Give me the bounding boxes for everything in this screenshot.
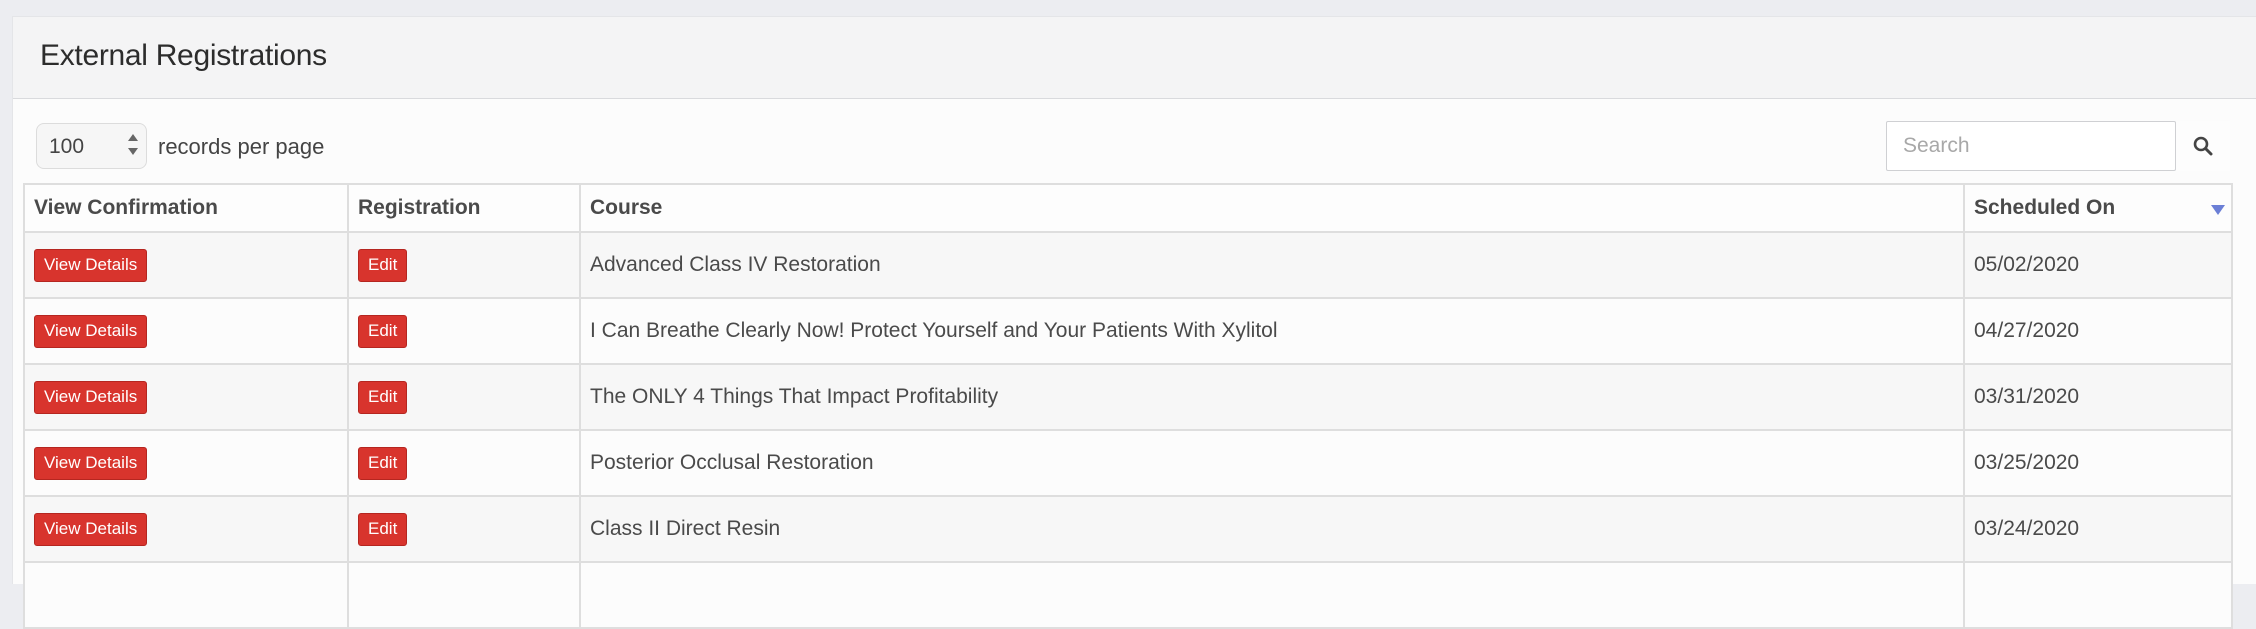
course-cell: Posterior Occlusal Restoration [579,429,1965,497]
edit-button[interactable]: Edit [358,446,408,480]
course-cell: Advanced Class IV Restoration [579,231,1965,299]
table-row: View Details Edit I Can Breathe Clearly … [23,297,2233,365]
search-icon [2193,136,2213,156]
column-header-scheduled-on-label: Scheduled On [1974,196,2116,219]
view-details-button[interactable]: View Details [34,380,148,414]
view-confirmation-cell [23,561,349,629]
table-header-row: View Confirmation Registration Course Sc… [23,183,2233,233]
select-arrows-icon [128,134,138,158]
view-confirmation-cell: View Details [23,231,349,299]
table-row: View Details Edit Posterior Occlusal Res… [23,429,2233,497]
view-confirmation-cell: View Details [23,429,349,497]
course-cell: I Can Breathe Clearly Now! Protect Yours… [579,297,1965,365]
column-header-registration[interactable]: Registration [347,183,581,233]
course-cell [579,561,1965,629]
column-header-course[interactable]: Course [579,183,1965,233]
records-per-page-label: records per page [158,134,325,159]
view-details-button[interactable]: View Details [34,248,148,282]
view-confirmation-cell: View Details [23,495,349,563]
view-details-button[interactable]: View Details [34,446,148,480]
panel-header: External Registrations [13,17,2256,99]
registration-cell: Edit [347,363,581,431]
registration-cell: Edit [347,495,581,563]
edit-button[interactable]: Edit [358,380,408,414]
course-cell: The ONLY 4 Things That Impact Profitabil… [579,363,1965,431]
edit-button[interactable]: Edit [358,512,408,546]
edit-button[interactable]: Edit [358,248,408,282]
page-title: External Registrations [40,39,327,72]
records-per-page-value: 100 [49,135,85,158]
scheduled-on-cell [1963,561,2233,629]
table-row: View Details Edit The ONLY 4 Things That… [23,363,2233,431]
table-row: View Details Edit Class II Direct Resin … [23,495,2233,563]
sort-descending-icon [2211,205,2225,215]
table-row [23,561,2233,629]
view-details-button[interactable]: View Details [34,512,148,546]
edit-button[interactable]: Edit [358,314,408,348]
course-cell: Class II Direct Resin [579,495,1965,563]
view-confirmation-cell: View Details [23,297,349,365]
search-input[interactable] [1886,121,2176,171]
column-header-view-confirmation[interactable]: View Confirmation [23,183,349,233]
view-details-button[interactable]: View Details [34,314,148,348]
table-row: View Details Edit Advanced Class IV Rest… [23,231,2233,299]
scheduled-on-cell: 03/24/2020 [1963,495,2233,563]
search-button[interactable] [2176,121,2230,171]
registration-cell: Edit [347,297,581,365]
scheduled-on-cell: 03/31/2020 [1963,363,2233,431]
column-header-scheduled-on[interactable]: Scheduled On [1963,183,2233,233]
registrations-table: View Confirmation Registration Course Sc… [23,183,2233,629]
registration-cell: Edit [347,231,581,299]
scheduled-on-cell: 04/27/2020 [1963,297,2233,365]
scheduled-on-cell: 03/25/2020 [1963,429,2233,497]
view-confirmation-cell: View Details [23,363,349,431]
registration-cell: Edit [347,429,581,497]
scheduled-on-cell: 05/02/2020 [1963,231,2233,299]
records-per-page-select[interactable]: 100 [36,123,147,169]
registration-cell [347,561,581,629]
